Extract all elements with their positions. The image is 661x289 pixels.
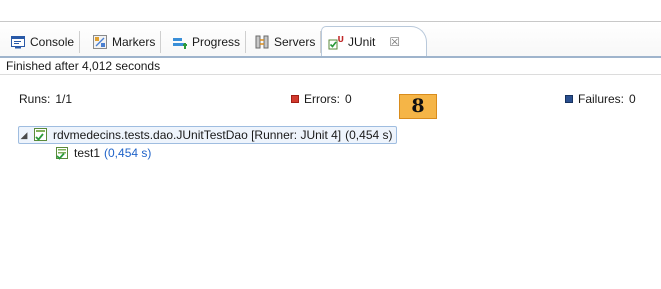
failure-icon (565, 95, 573, 103)
junit-icon: U (328, 34, 344, 50)
failures-counter: Failures: 0 (565, 92, 636, 106)
test-suite-ok-icon (33, 127, 49, 143)
view-tab-bar: Console Markers Progress Servers U JUnit… (0, 22, 661, 58)
errors-counter: Errors: 0 (291, 92, 352, 106)
status-text: Finished after 4,012 seconds (6, 59, 161, 73)
runs-label: Runs: (19, 92, 51, 106)
top-gap (0, 0, 661, 21)
errors-value: 0 (345, 92, 352, 106)
tree-row-suite[interactable]: ◢ rdvmedecins.tests.dao.JUnitTestDao [Ru… (18, 126, 397, 144)
test-ok-icon (54, 145, 70, 161)
test-tree[interactable]: ◢ rdvmedecins.tests.dao.JUnitTestDao [Ru… (0, 126, 661, 178)
suite-time: (0,454 s) (345, 128, 393, 142)
runs-counter: Runs: 1/1 (19, 92, 72, 106)
test-name: test1 (74, 146, 101, 160)
tree-row-test[interactable]: test1 (0,454 s) (54, 144, 151, 162)
tab-junit[interactable]: U JUnit ☒ (321, 26, 427, 56)
test-progress-bar (6, 120, 656, 124)
tab-separator (79, 31, 81, 53)
callout-badge: 8 (399, 94, 437, 119)
errors-label: Errors: (304, 92, 340, 106)
tab-progress-label: Progress (192, 34, 241, 49)
tab-console-label: Console (30, 34, 75, 49)
markers-icon (92, 34, 108, 50)
tab-servers[interactable]: Servers (248, 28, 322, 55)
failures-label: Failures: (578, 92, 625, 106)
expand-triangle-icon[interactable]: ◢ (19, 130, 29, 141)
tab-separator (245, 31, 247, 53)
suite-name: rdvmedecins.tests.dao.JUnitTestDao [Runn… (53, 128, 342, 142)
tab-separator (160, 31, 162, 53)
tab-console[interactable]: Console (4, 28, 81, 55)
tab-progress[interactable]: Progress (166, 28, 247, 55)
close-icon[interactable]: ☒ (389, 35, 400, 49)
progress-icon (172, 34, 188, 50)
tab-markers[interactable]: Markers (86, 28, 162, 55)
tab-servers-label: Servers (274, 34, 316, 49)
console-icon (10, 34, 26, 50)
tab-markers-label: Markers (112, 34, 156, 49)
runs-value: 1/1 (55, 92, 73, 106)
servers-icon (254, 34, 270, 50)
status-line: Finished after 4,012 seconds (0, 58, 661, 75)
test-time: (0,454 s) (104, 146, 152, 160)
error-icon (291, 95, 299, 103)
counter-panel: Runs: 1/1 Errors: 0 Failures: 0 (0, 76, 661, 121)
svg-text:U: U (338, 35, 345, 44)
tab-junit-label: JUnit (348, 34, 376, 49)
failures-value: 0 (629, 92, 636, 106)
